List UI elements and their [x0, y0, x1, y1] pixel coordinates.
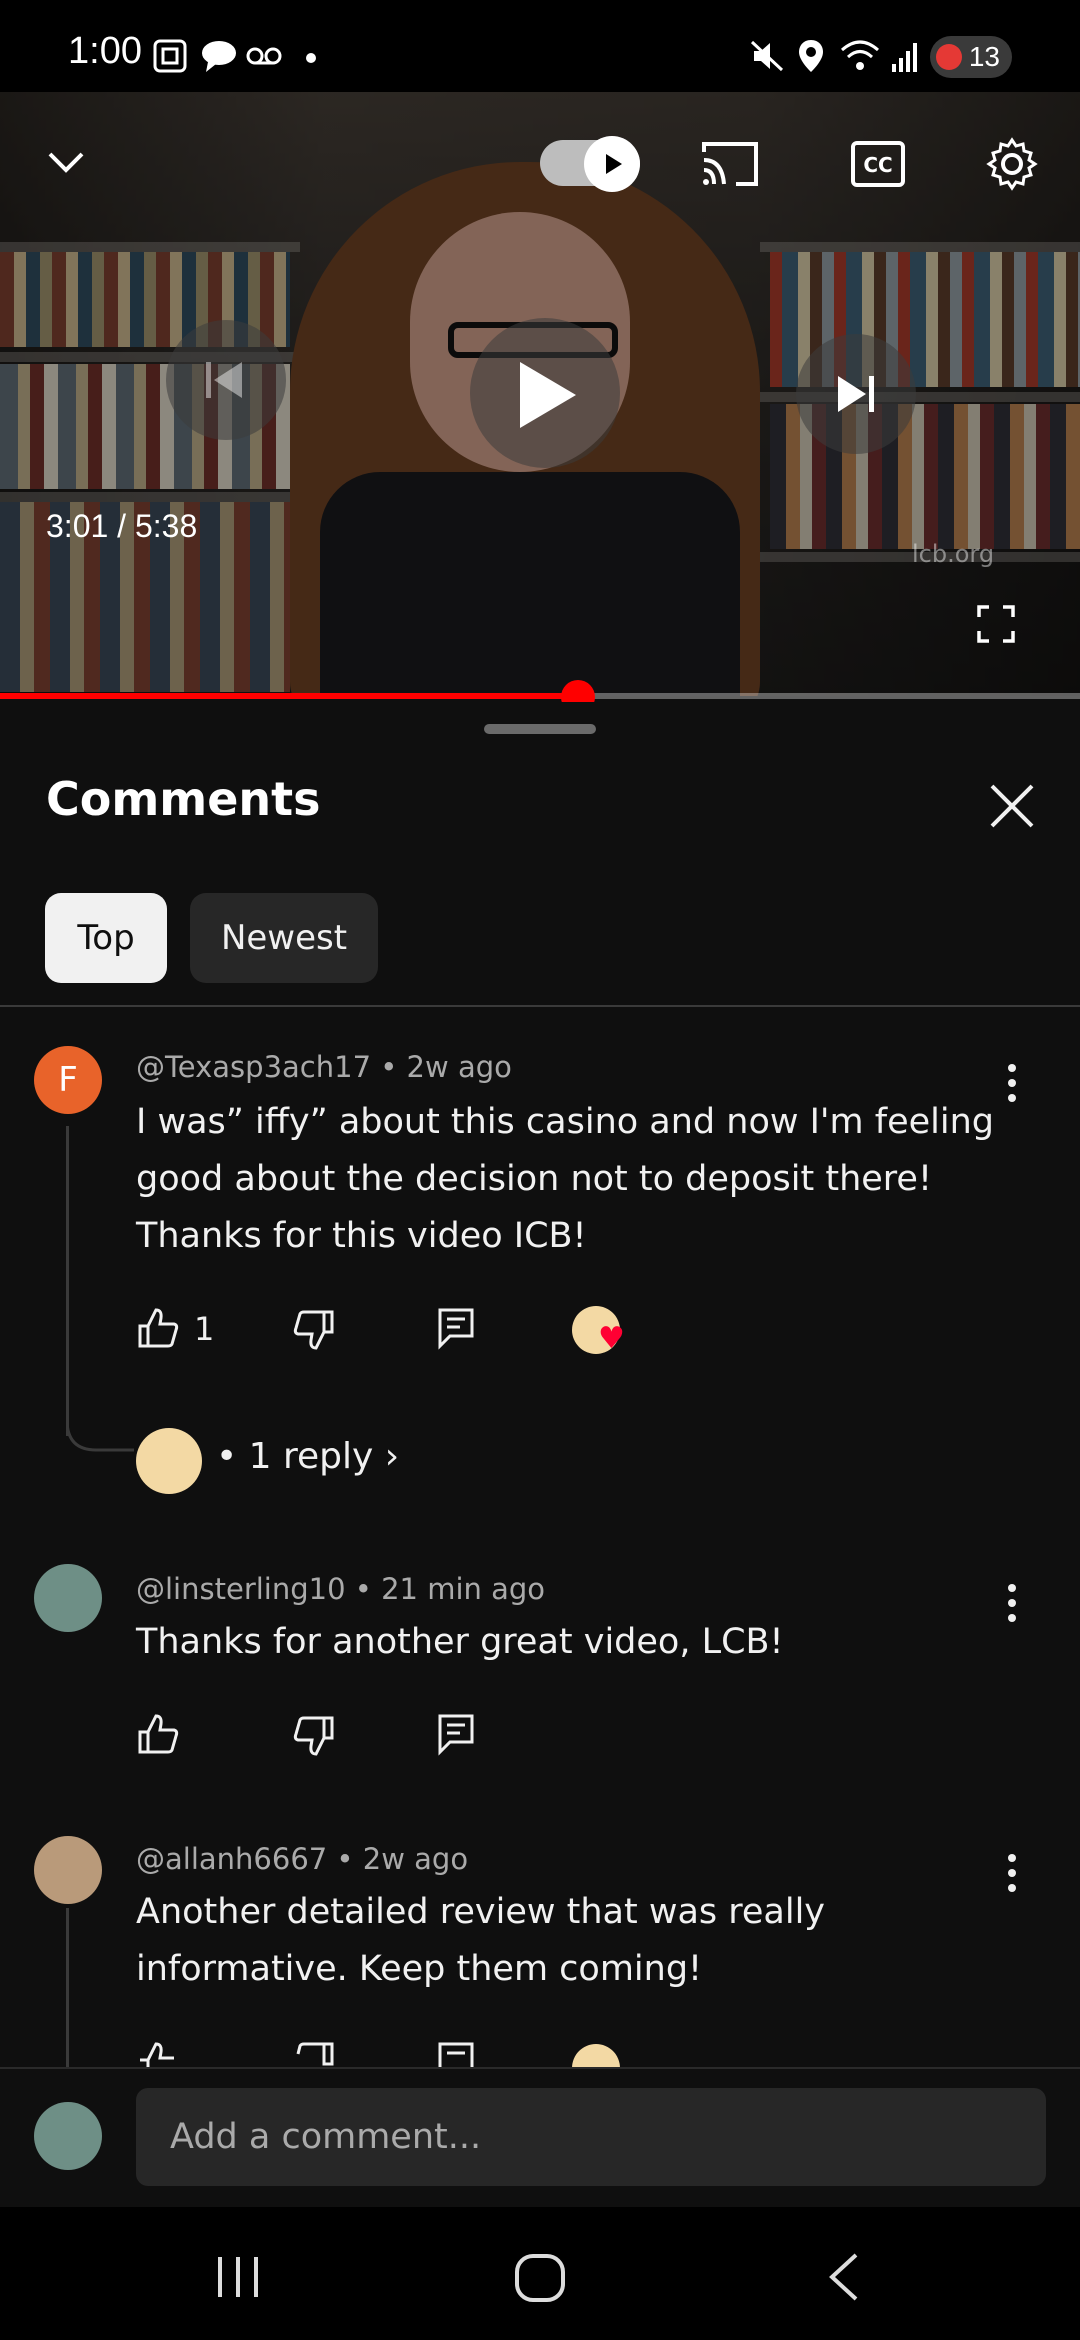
svg-text:CC: CC — [863, 153, 892, 177]
autoplay-play-icon — [584, 136, 640, 192]
video-time: 3:01 / 5:38 — [46, 508, 198, 544]
comment-avatar[interactable] — [34, 1836, 102, 1904]
like-icon[interactable] — [136, 1306, 180, 1350]
comment-text: Thanks for another great video, LCB! — [136, 1622, 784, 1662]
thread-curve — [66, 1420, 134, 1452]
notification-dot-icon — [306, 53, 316, 63]
like-icon[interactable] — [136, 1712, 180, 1756]
recent-apps-icon[interactable] — [214, 2255, 262, 2299]
add-comment-input[interactable]: Add a comment... — [136, 2088, 1046, 2186]
reply-icon[interactable] — [436, 1306, 476, 1350]
comment-author-meta[interactable]: @Texasp3ach17 • 2w ago — [136, 1050, 512, 1084]
play-icon — [520, 362, 576, 428]
close-icon[interactable] — [984, 778, 1040, 834]
comments-title: Comments — [46, 772, 321, 826]
home-icon[interactable] — [514, 2253, 566, 2303]
signal-icon — [892, 43, 917, 72]
comment-text: Another detailed review that was really … — [136, 1892, 826, 1989]
reply-icon[interactable] — [436, 1712, 476, 1756]
view-replies-link[interactable]: • 1 reply › — [216, 1436, 399, 1477]
status-time: 1:00 — [68, 30, 142, 72]
system-nav-bar — [0, 2207, 1080, 2340]
minimize-chevron-icon[interactable] — [44, 140, 88, 184]
drag-handle[interactable] — [484, 724, 596, 734]
comment-avatar[interactable]: F — [34, 1046, 102, 1114]
next-icon — [838, 376, 874, 412]
comment-text: I was” iffy” about this casino and now I… — [136, 1102, 995, 1256]
user-avatar — [34, 2102, 102, 2170]
voicemail-icon — [246, 47, 282, 65]
video-watermark: lcb.org — [912, 540, 995, 568]
captions-icon[interactable]: CC — [850, 140, 906, 188]
reply-avatar — [136, 1428, 202, 1494]
fullscreen-icon[interactable] — [976, 604, 1016, 644]
status-bar: 1:00 13 — [0, 0, 1080, 92]
divider — [0, 1005, 1080, 1007]
replies-label: • 1 reply — [216, 1436, 374, 1477]
thread-line — [66, 1126, 69, 1436]
battery-saver-icon — [936, 44, 962, 70]
dislike-icon[interactable] — [292, 1308, 336, 1352]
wifi-icon — [841, 40, 879, 70]
previous-icon — [206, 362, 242, 398]
settings-gear-icon[interactable] — [984, 136, 1040, 192]
like-icon[interactable] — [136, 2040, 180, 2068]
reply-icon[interactable] — [436, 2040, 476, 2068]
heart-icon: ♥ — [598, 1321, 625, 1356]
comment-author-meta[interactable]: @allanh6667 • 2w ago — [136, 1842, 468, 1876]
cast-icon[interactable] — [700, 138, 760, 190]
back-icon[interactable] — [826, 2251, 860, 2303]
mute-icon — [750, 40, 784, 72]
location-icon — [799, 40, 823, 72]
sort-newest-chip[interactable]: Newest — [190, 893, 378, 983]
sort-top-chip[interactable]: Top — [45, 893, 167, 983]
message-icon — [202, 41, 236, 72]
screenshot-icon — [153, 39, 187, 73]
creator-heart-avatar — [572, 2044, 620, 2068]
like-count: 1 — [194, 1310, 215, 1348]
progress-played — [0, 693, 578, 699]
partial-actions-row — [0, 2040, 1080, 2068]
dislike-icon[interactable] — [292, 1714, 336, 1758]
dislike-icon[interactable] — [292, 2040, 336, 2068]
comment-avatar[interactable] — [34, 1564, 102, 1632]
comment-author-meta[interactable]: @linsterling10 • 21 min ago — [136, 1572, 545, 1606]
